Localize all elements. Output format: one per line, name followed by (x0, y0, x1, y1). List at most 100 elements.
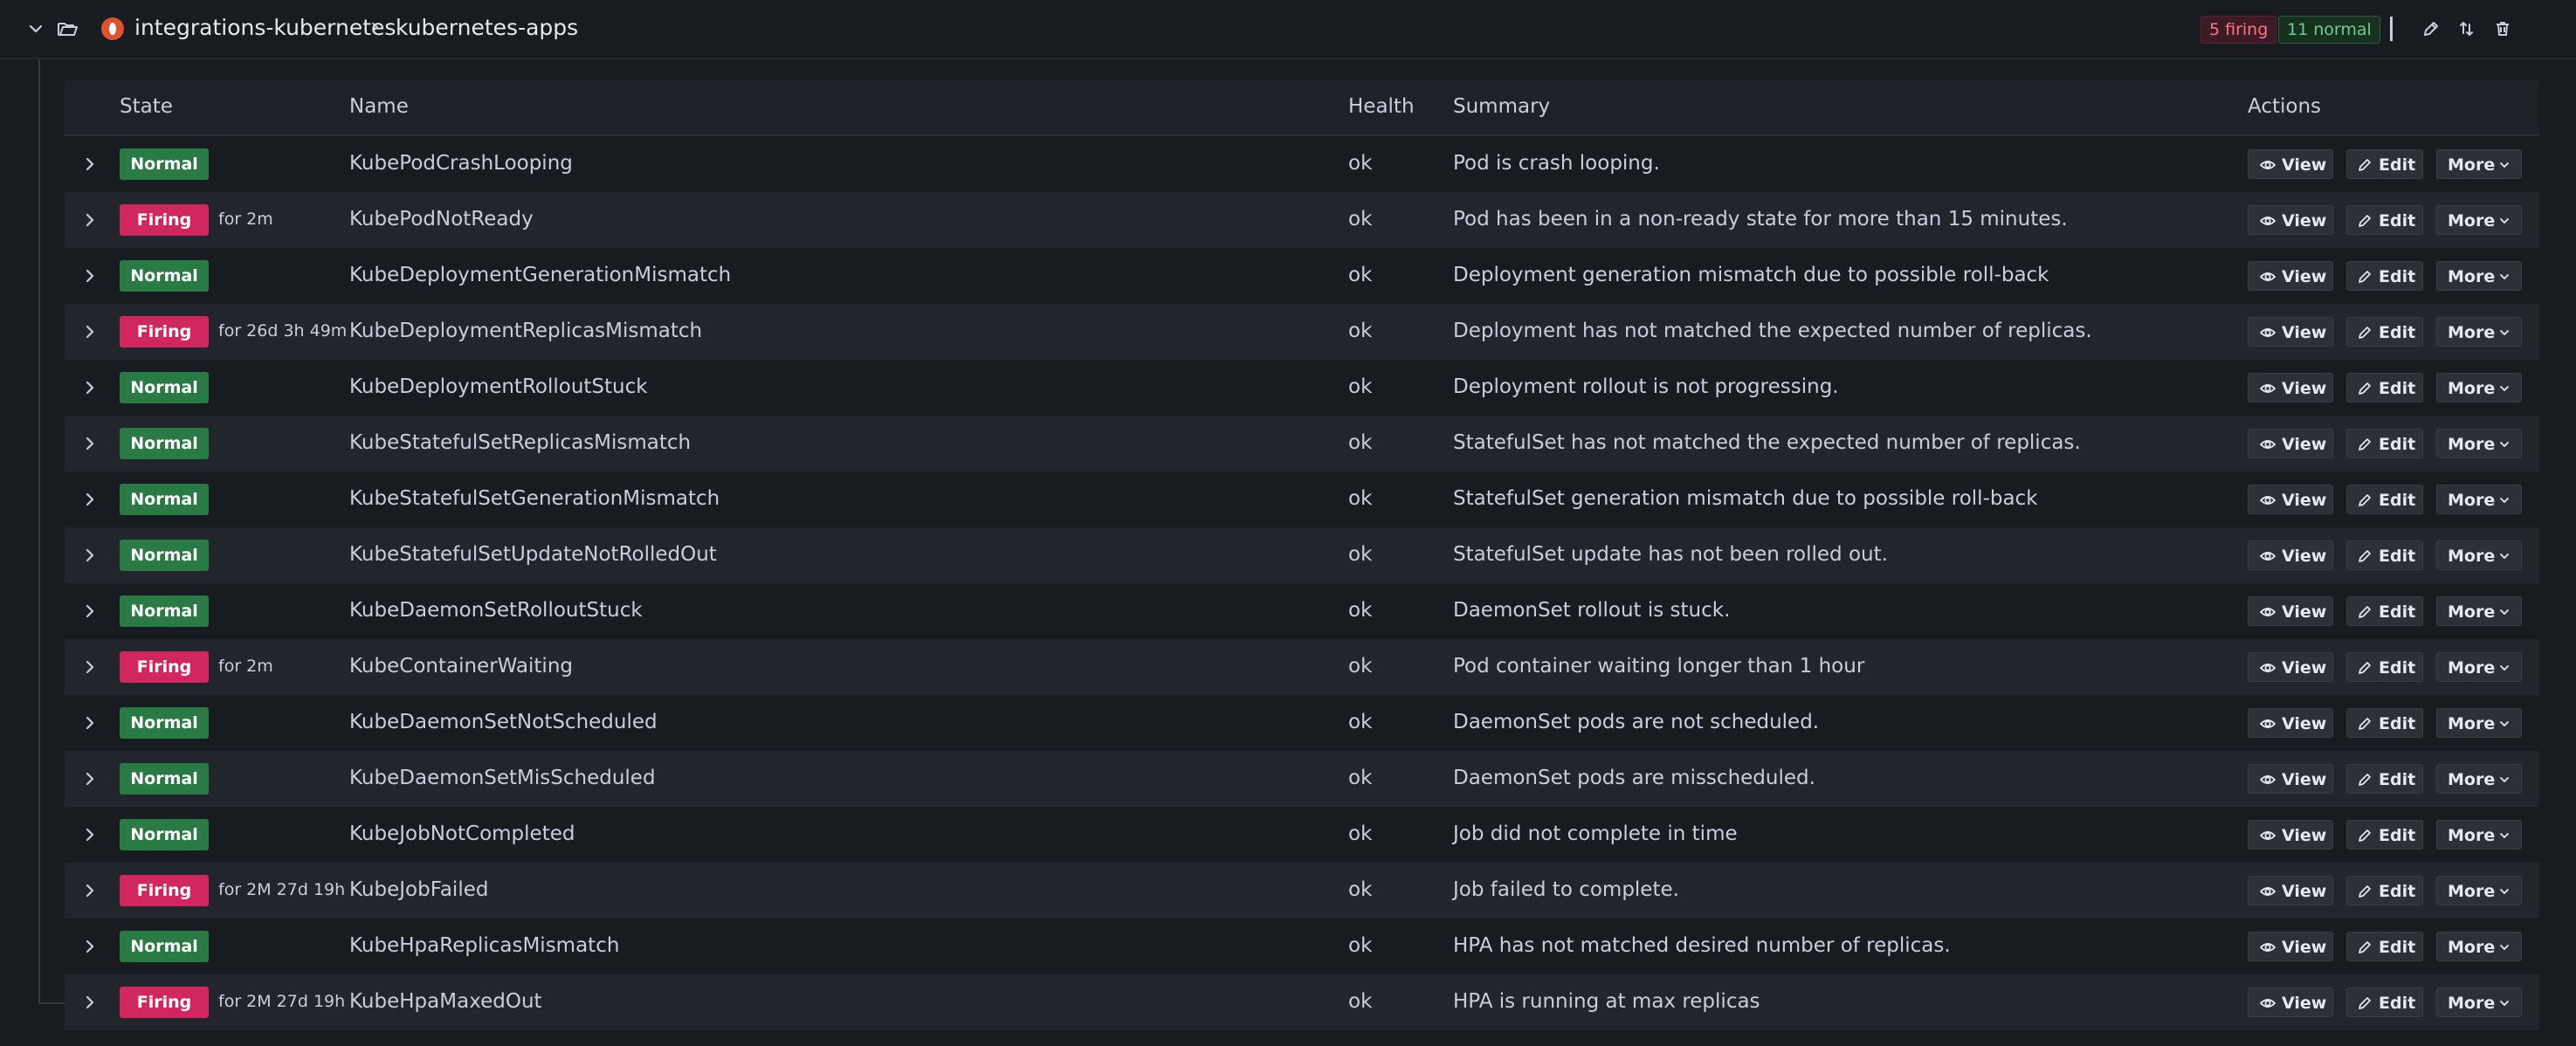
view-button-label: View (2282, 323, 2327, 342)
edit-button[interactable]: Edit (2346, 876, 2423, 905)
view-button[interactable]: View (2248, 485, 2333, 514)
rule-name: KubeHpaMaxedOut (349, 990, 542, 1013)
edit-button-label: Edit (2379, 435, 2416, 454)
more-button[interactable]: More (2436, 149, 2522, 179)
rule-name: KubeDeploymentGenerationMismatch (349, 264, 732, 286)
table-row: Normal KubeDeploymentGenerationMismatch ok… (65, 248, 2539, 304)
edit-button[interactable]: Edit (2346, 652, 2423, 682)
rule-summary: HPA has not matched desired number of re… (1453, 934, 1951, 957)
export-icon[interactable] (2456, 18, 2477, 39)
pencil-icon (2359, 271, 2371, 283)
more-button[interactable]: More (2436, 317, 2522, 347)
chevron-right-icon[interactable] (80, 546, 100, 565)
rule-health: ok (1348, 822, 1373, 845)
view-button[interactable]: View (2248, 820, 2333, 850)
more-button[interactable]: More (2436, 429, 2522, 458)
chevron-right-icon[interactable] (80, 993, 100, 1012)
more-button[interactable]: More (2436, 820, 2522, 850)
chevron-right-icon[interactable] (80, 937, 100, 956)
more-button[interactable]: More (2436, 373, 2522, 403)
chevron-down-icon[interactable] (26, 19, 45, 38)
rule-summary: StatefulSet update has not been rolled o… (1453, 543, 1888, 566)
view-button[interactable]: View (2248, 261, 2333, 291)
chevron-right-icon[interactable] (80, 434, 100, 453)
more-button[interactable]: More (2436, 876, 2522, 905)
column-header-name: Name (349, 95, 409, 118)
view-button[interactable]: View (2248, 652, 2333, 682)
eye-icon (2260, 440, 2276, 449)
more-button[interactable]: More (2436, 764, 2522, 794)
more-button[interactable]: More (2436, 261, 2522, 291)
chevron-right-icon[interactable] (80, 322, 100, 341)
chevron-right-icon[interactable] (80, 713, 100, 733)
edit-button[interactable]: Edit (2346, 708, 2423, 738)
edit-button[interactable]: Edit (2346, 485, 2423, 514)
rule-group-header: integrations-kubernetes › kubernetes-app… (0, 0, 2576, 59)
edit-button[interactable]: Edit (2346, 205, 2423, 235)
chevron-right-icon[interactable] (80, 769, 100, 788)
edit-button[interactable]: Edit (2346, 596, 2423, 626)
table-row: Normal KubeDeploymentRolloutStuck ok Deploy… (65, 360, 2539, 416)
edit-button[interactable]: Edit (2346, 429, 2423, 458)
chevron-right-icon[interactable] (80, 657, 100, 677)
edit-button[interactable]: Edit (2346, 988, 2423, 1017)
more-button[interactable]: More (2436, 205, 2522, 235)
view-button[interactable]: View (2248, 988, 2333, 1017)
edit-button[interactable]: Edit (2346, 764, 2423, 794)
edit-button[interactable]: Edit (2346, 373, 2423, 403)
edit-button[interactable]: Edit (2346, 261, 2423, 291)
view-button[interactable]: View (2248, 429, 2333, 458)
chevron-right-icon[interactable] (80, 825, 100, 844)
chevron-right-icon[interactable] (80, 155, 100, 174)
view-button-label: View (2282, 714, 2327, 733)
view-button[interactable]: View (2248, 596, 2333, 626)
pencil-icon (2359, 829, 2371, 842)
rule-name: KubeDaemonSetMisScheduled (349, 767, 656, 789)
chevron-right-icon[interactable] (80, 266, 100, 286)
view-button[interactable]: View (2248, 764, 2333, 794)
view-button[interactable]: View (2248, 205, 2333, 235)
edit-button[interactable]: Edit (2346, 317, 2423, 347)
more-button[interactable]: More (2436, 540, 2522, 570)
more-button[interactable]: More (2436, 932, 2522, 961)
pencil-icon (2359, 159, 2371, 171)
state-badge: Normal (120, 763, 209, 795)
rule-name: KubeDaemonSetNotScheduled (349, 711, 658, 733)
chevron-right-icon[interactable] (80, 378, 100, 397)
column-header-summary: Summary (1453, 95, 1551, 118)
tree-branch (38, 1002, 65, 1004)
eye-icon (2260, 217, 2276, 225)
view-button-label: View (2282, 994, 2327, 1013)
chevron-right-icon[interactable] (80, 881, 100, 900)
more-button[interactable]: More (2436, 596, 2522, 626)
namespace-name[interactable]: integrations-kubernetes (134, 15, 396, 40)
edit-button-label: Edit (2379, 938, 2416, 957)
view-button[interactable]: View (2248, 876, 2333, 905)
view-button[interactable]: View (2248, 149, 2333, 179)
chevron-right-icon[interactable] (80, 210, 100, 230)
view-button-label: View (2282, 602, 2327, 622)
edit-button[interactable]: Edit (2346, 540, 2423, 570)
chevron-right-icon[interactable] (80, 602, 100, 621)
chevron-down-icon (2500, 330, 2509, 335)
view-button-label: View (2282, 211, 2327, 231)
view-button[interactable]: View (2248, 317, 2333, 347)
chevron-right-icon[interactable] (80, 490, 100, 509)
more-button[interactable]: More (2436, 652, 2522, 682)
view-button-label: View (2282, 770, 2327, 789)
view-button[interactable]: View (2248, 540, 2333, 570)
edit-button[interactable]: Edit (2346, 820, 2423, 850)
view-button[interactable]: View (2248, 932, 2333, 961)
pencil-icon[interactable] (2421, 18, 2442, 39)
more-button[interactable]: More (2436, 485, 2522, 514)
pencil-icon (2359, 997, 2371, 1009)
more-button[interactable]: More (2436, 708, 2522, 738)
edit-button[interactable]: Edit (2346, 932, 2423, 961)
prometheus-logo (101, 17, 124, 40)
trash-icon[interactable] (2492, 18, 2513, 39)
edit-button[interactable]: Edit (2346, 149, 2423, 179)
view-button[interactable]: View (2248, 373, 2333, 403)
view-button[interactable]: View (2248, 708, 2333, 738)
group-name[interactable]: kubernetes-apps (396, 15, 578, 40)
more-button[interactable]: More (2436, 988, 2522, 1017)
